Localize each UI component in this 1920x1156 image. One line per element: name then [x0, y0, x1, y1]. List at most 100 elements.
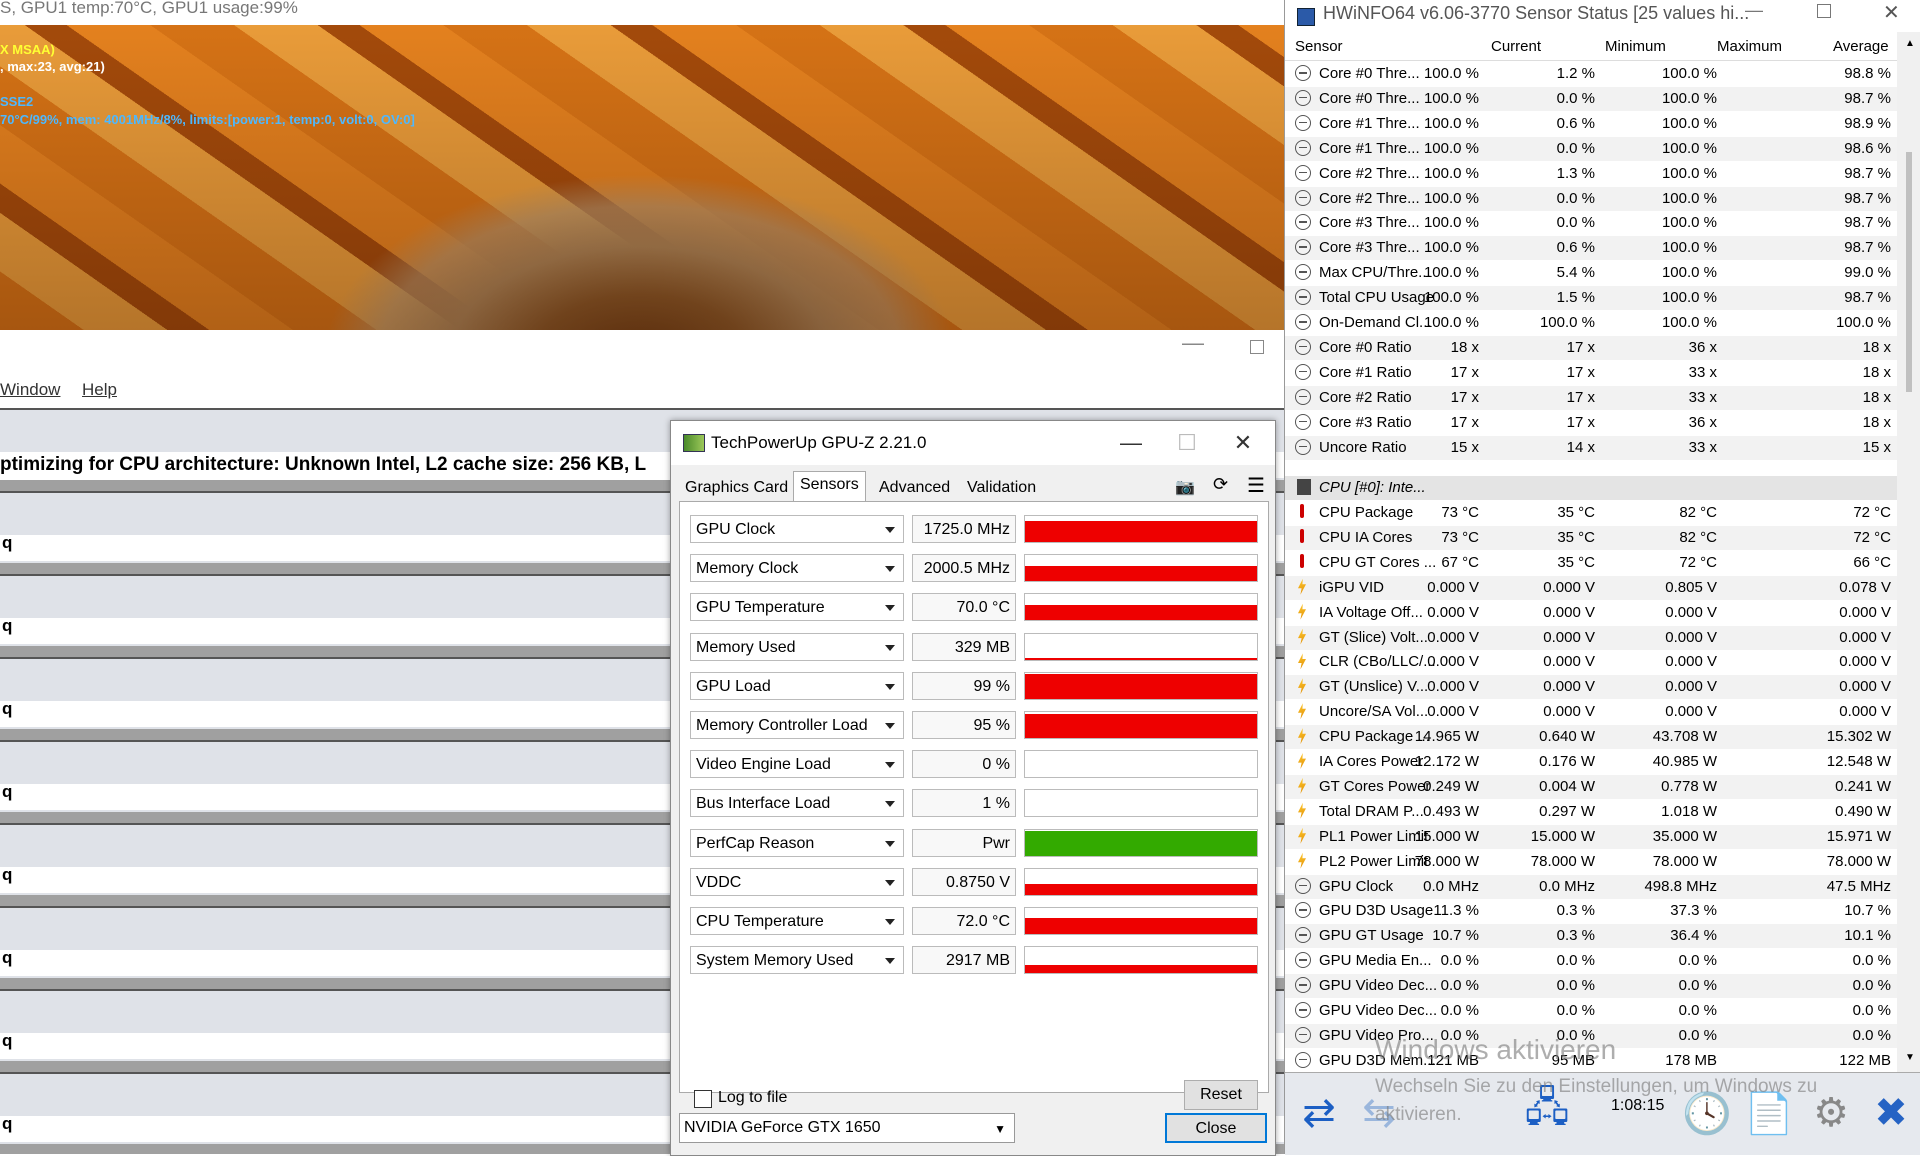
sensor-select[interactable]: Memory Controller Load [690, 711, 904, 739]
minimum-value: 0.000 V [1543, 703, 1595, 721]
sensor-table-row[interactable]: Uncore Ratio 15 x 14 x 33 x 15 x [1285, 435, 1897, 460]
sensor-select[interactable]: PerfCap Reason [690, 828, 904, 857]
minimum-value: 0.640 W [1539, 728, 1595, 746]
sensor-table-row[interactable]: Core #1 Ratio 17 x 17 x 33 x 18 x [1285, 361, 1897, 385]
maximize-icon[interactable] [1817, 4, 1831, 18]
log-row-marker: q [2, 616, 13, 635]
sensor-table-row[interactable]: PL2 Power Limit 78.000 W 78.000 W 78.000 W7… [1285, 850, 1897, 874]
sensor-table-row[interactable]: GT Cores Power 0.249 W 0.004 W 0.778 W 0.241… [1285, 774, 1897, 799]
sensor-select[interactable]: Memory Clock [690, 554, 904, 583]
sensor-value: 329 MB [912, 632, 1016, 661]
tab-sensors[interactable]: Sensors [793, 471, 866, 502]
sensor-table-row[interactable]: GT (Slice) Volt... 0.000 V 0.000 V 0.000 V0… [1285, 625, 1897, 650]
sensor-table-row[interactable]: Core #1 Thre... 100.0 % 0.6 % 100.0 % 98.9 % [1285, 112, 1897, 136]
sensor-table-row[interactable]: IA Cores Power 12.172 W 0.176 W 40.985 W 12.… [1285, 750, 1897, 774]
sensor-table-row[interactable]: PL1 Power Limit 15.000 W 15.000 W 35.000 W1… [1285, 824, 1897, 849]
device-select[interactable]: NVIDIA GeForce GTX 1650 ▼ [679, 1113, 1015, 1143]
clock-icon [1295, 927, 1311, 944]
sensor-table-row[interactable]: Core #2 Thre... 100.0 % 0.0 % 100.0 % 98.7 % [1285, 186, 1897, 211]
tab-graphics-card[interactable]: Graphics Card [679, 475, 794, 501]
sensor-table-row[interactable]: Core #1 Thre... 100.0 % 0.0 % 100.0 % 98.6 % [1285, 136, 1897, 161]
sensor-select[interactable]: Bus Interface Load [690, 789, 904, 818]
close-icon[interactable]: ✖ [1863, 1085, 1919, 1141]
scrollbar-thumb[interactable] [1906, 152, 1912, 392]
sensor-table-row[interactable]: IA Voltage Off... 0.000 V 0.000 V 0.000 V 0.… [1285, 601, 1897, 625]
sensor-select[interactable]: VDDC [690, 867, 904, 896]
maximum-value: 33 x [1688, 438, 1717, 456]
menu-icon[interactable]: ☰ [1247, 473, 1265, 498]
sensor-select[interactable]: CPU Temperature [690, 907, 904, 935]
sensor-select[interactable]: Memory Used [690, 632, 904, 661]
sensor-table-row[interactable]: Total DRAM P... 0.493 W 0.297 W 1.018 W 0.49… [1285, 800, 1897, 824]
scroll-up-icon[interactable]: ▲ [1905, 38, 1915, 49]
sensor-table-row[interactable]: Core #0 Thre... 100.0 % 0.0 % 100.0 % 98.7 % [1285, 86, 1897, 111]
camera-icon[interactable]: 📷 [1175, 477, 1195, 497]
sensor-table-row[interactable]: Core #3 Thre... 100.0 % 0.6 % 100.0 % 98.7 % [1285, 236, 1897, 261]
sensor-table-row[interactable]: CLR (CBo/LLC/... 0.000 V 0.000 V 0.000 V 0.0… [1285, 650, 1897, 674]
scrollbar[interactable]: ▲ ▼ [1897, 32, 1920, 1072]
minimum-value: 14 x [1566, 438, 1595, 456]
refresh-icon[interactable]: ⟳ [1213, 474, 1228, 495]
minimize-icon[interactable]: — [1103, 421, 1159, 465]
hwinfo-window: HWiNFO64 v6.06-3770 Sensor Status [25 va… [1284, 0, 1920, 1155]
sensor-table-row[interactable]: iGPU VID 0.000 V 0.000 V 0.805 V 0.078 V [1285, 575, 1897, 600]
column-sensor[interactable]: Sensor [1295, 38, 1343, 55]
sensor-table-row[interactable]: Uncore/SA Vol... 0.000 V 0.000 V 0.000 V 0.0… [1285, 700, 1897, 724]
sensor-group-header[interactable]: CPU [#0]: Inte... [1285, 476, 1897, 500]
sensor-table-row[interactable]: Core #3 Thre... 100.0 % 0.0 % 100.0 % 98.7 % [1285, 211, 1897, 235]
sensor-table-row[interactable]: GPU Media En... 0.0 % 0.0 % 0.0 % 0.0 % [1285, 949, 1897, 973]
sensor-value: 1 % [912, 789, 1016, 818]
sensor-table-row[interactable]: GPU Clock 0.0 MHz 0.0 MHz 498.8 MHz 47.5 MHz [1285, 874, 1897, 899]
sensor-table-row[interactable]: GPU Video Dec... 0.0 % 0.0 % 0.0 % 0.0 % [1285, 974, 1897, 999]
sensor-table-row[interactable]: GPU GT Usage 10.7 % 0.3 % 36.4 % 10.1 % [1285, 924, 1897, 949]
scroll-down-icon[interactable]: ▼ [1905, 1052, 1915, 1063]
current-value: 17 x [1450, 413, 1479, 431]
minimize-icon[interactable]: — [1745, 0, 1763, 21]
sensor-graph [1024, 907, 1258, 935]
sensor-table-row[interactable]: Core #0 Ratio 18 x 17 x 36 x 18 x [1285, 335, 1897, 360]
sensor-select[interactable]: GPU Load [690, 671, 904, 700]
maximize-icon[interactable]: ☐ [1159, 421, 1215, 465]
sensor-table-row[interactable]: GPU D3D Usage 11.3 % 0.3 % 37.3 % 10.7 % [1285, 899, 1897, 923]
minimum-value: 0.3 % [1556, 902, 1595, 920]
current-value: 100.0 % [1423, 189, 1479, 207]
sensor-table-row[interactable]: Core #2 Ratio 17 x 17 x 33 x 18 x [1285, 385, 1897, 410]
sensor-table-row[interactable]: CPU IA Cores 73 °C 35 °C 82 °C 72 °C [1285, 525, 1897, 550]
sensor-table-row[interactable]: GT (Unslice) V... 0.000 V 0.000 V 0.000 V 0.… [1285, 675, 1897, 700]
sensor-select[interactable]: Video Engine Load [690, 750, 904, 779]
column-maximum[interactable]: Maximum [1717, 38, 1782, 55]
menu-window[interactable]: Window [0, 380, 60, 400]
tab-validation[interactable]: Validation [961, 475, 1042, 501]
sensor-table-row[interactable]: CPU GT Cores ... 67 °C 35 °C 72 °C 66 °C [1285, 551, 1897, 575]
sensor-table-row[interactable]: Core #3 Ratio 17 x 17 x 36 x 18 x [1285, 411, 1897, 435]
reset-button[interactable]: Reset [1184, 1080, 1258, 1110]
menu-help[interactable]: Help [82, 380, 117, 400]
navigate-arrows-icon[interactable]: ⇄ [1291, 1085, 1347, 1141]
sensor-table-row[interactable]: Core #0 Thre... 100.0 % 1.2 % 100.0 % 98.8 % [1285, 62, 1897, 86]
sensor-label: GPU Temperature [696, 599, 825, 617]
column-minimum[interactable]: Minimum [1605, 38, 1666, 55]
sensor-select[interactable]: GPU Temperature [690, 593, 904, 622]
current-value: 100.0 % [1423, 89, 1479, 107]
sensor-graph-fill [1025, 918, 1257, 934]
tab-advanced[interactable]: Advanced [873, 475, 956, 501]
close-icon[interactable]: ✕ [1883, 0, 1900, 25]
sensor-select[interactable]: GPU Clock [690, 515, 904, 543]
log-to-file-checkbox[interactable] [694, 1090, 712, 1108]
minimize-icon[interactable]: — [1182, 330, 1204, 356]
maximize-icon[interactable] [1250, 340, 1264, 354]
sensor-table-row[interactable]: CPU Package ... 14.965 W 0.640 W 43.708 W 15… [1285, 725, 1897, 750]
sensor-table-row[interactable]: Max CPU/Thre... 100.0 % 5.4 % 100.0 % 99.0 % [1285, 261, 1897, 285]
sensor-name: GPU Media En... [1319, 952, 1432, 970]
column-average[interactable]: Average [1833, 38, 1889, 55]
column-current[interactable]: Current [1491, 38, 1541, 55]
sensor-table-row[interactable]: On-Demand Cl... 100.0 % 100.0 % 100.0 % 100.… [1285, 311, 1897, 335]
sensor-table-row[interactable]: Core #2 Thre... 100.0 % 1.3 % 100.0 % 98.7 % [1285, 162, 1897, 186]
close-button[interactable]: Close [1165, 1113, 1267, 1143]
close-icon[interactable]: ✕ [1215, 421, 1271, 465]
sensor-table-row[interactable]: CPU Package 73 °C 35 °C 82 °C 72 °C [1285, 501, 1897, 525]
sensor-table-row[interactable]: Total CPU Usage 100.0 % 1.5 % 100.0 % 98.7 % [1285, 286, 1897, 311]
sensor-table-row[interactable]: GPU Video Dec... 0.0 % 0.0 % 0.0 % 0.0 % [1285, 999, 1897, 1023]
sensor-select[interactable]: System Memory Used [690, 946, 904, 975]
sensor-name: Core #1 Ratio [1319, 363, 1412, 381]
